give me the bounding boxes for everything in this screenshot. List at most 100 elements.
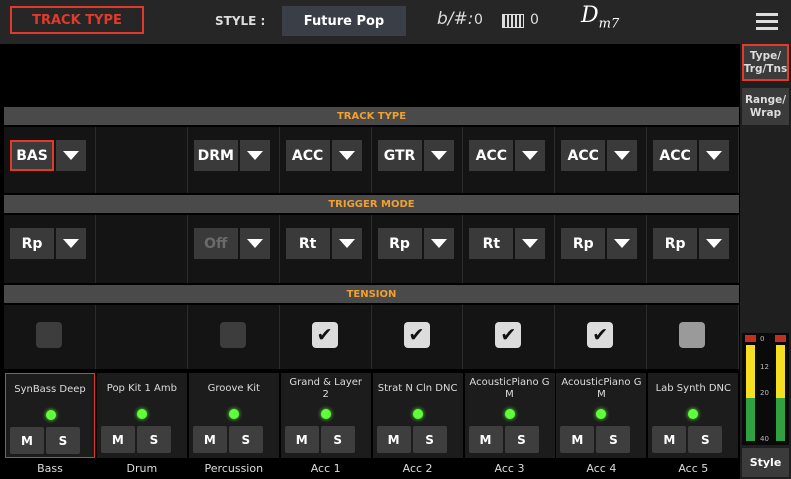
style-name-field[interactable]: Future Pop xyxy=(282,6,406,36)
dropdown-arrow-button[interactable] xyxy=(423,140,454,171)
channel-strip-3[interactable]: Groove Kit M S xyxy=(188,373,279,458)
sound-name[interactable]: Groove Kit xyxy=(189,375,279,403)
solo-button[interactable]: S xyxy=(228,426,263,453)
tension-cell-7: ✔ xyxy=(555,305,648,369)
track-type-value[interactable]: BAS xyxy=(10,140,54,171)
trigger-mode-value[interactable]: Rp xyxy=(653,228,698,259)
dropdown-arrow-button[interactable] xyxy=(607,140,638,171)
track-type-value[interactable]: GTR xyxy=(377,140,422,171)
trigger-mode-cell-1: Rp xyxy=(4,215,96,283)
channel-strip-1[interactable]: SynBass Deep M S xyxy=(5,373,95,458)
solo-button[interactable]: S xyxy=(596,426,631,453)
mute-button[interactable]: M xyxy=(468,426,503,453)
mute-button[interactable]: M xyxy=(560,426,595,453)
mute-button[interactable]: M xyxy=(284,426,319,453)
trigger-mode-dropdown-1[interactable]: Rp xyxy=(10,228,86,259)
trigger-mode-dropdown-7[interactable]: Rp xyxy=(561,228,638,259)
mute-button[interactable]: M xyxy=(652,426,687,453)
sound-name[interactable]: Grand & Layer 2 xyxy=(281,375,371,403)
menu-icon[interactable] xyxy=(756,13,778,31)
sound-name[interactable]: AcousticPiano GM xyxy=(556,375,646,403)
style-button[interactable]: Style xyxy=(742,448,789,477)
trigger-mode-value[interactable]: Rp xyxy=(561,228,606,259)
trigger-mode-value[interactable]: Rp xyxy=(10,228,54,259)
trigger-mode-dropdown-4[interactable]: Rt xyxy=(285,228,362,259)
trigger-mode-value[interactable]: Rt xyxy=(469,228,514,259)
track-type-value[interactable]: ACC xyxy=(653,140,698,171)
channel-strip-6[interactable]: AcousticPiano GM M S xyxy=(464,373,555,458)
track-type-value[interactable]: DRM xyxy=(193,140,238,171)
tension-checkbox-5[interactable]: ✔ xyxy=(403,322,430,348)
trigger-mode-cell-8: Rp xyxy=(647,215,739,283)
chord-quality: m7 xyxy=(598,16,620,32)
sound-name[interactable]: SynBass Deep xyxy=(6,376,94,404)
sound-name[interactable]: AcousticPiano GM xyxy=(465,375,555,403)
track-type-dropdown-5[interactable]: GTR xyxy=(377,140,454,171)
status-led xyxy=(412,409,423,419)
channel-strip-2[interactable]: Pop Kit 1 Amb M S xyxy=(96,373,187,458)
solo-button[interactable]: S xyxy=(46,427,80,454)
mute-button[interactable]: M xyxy=(376,426,411,453)
trigger-mode-value[interactable]: Rp xyxy=(377,228,422,259)
mute-button[interactable]: M xyxy=(10,427,44,454)
trigger-mode-dropdown-8[interactable]: Rp xyxy=(653,228,730,259)
track-type-cell-8: ACC xyxy=(647,127,739,193)
dropdown-arrow-button[interactable] xyxy=(607,228,638,259)
solo-button[interactable]: S xyxy=(688,426,723,453)
meter-peak-right xyxy=(775,335,786,342)
solo-button[interactable]: S xyxy=(320,426,355,453)
dropdown-arrow-button[interactable] xyxy=(56,140,86,171)
dropdown-arrow-button[interactable] xyxy=(239,228,270,259)
channel-strip-7[interactable]: AcousticPiano GM M S xyxy=(556,373,647,458)
tension-checkbox-1[interactable] xyxy=(36,322,62,348)
page-title[interactable]: TRACK TYPE xyxy=(10,6,144,34)
track-type-value[interactable]: ACC xyxy=(469,140,514,171)
dropdown-arrow-button[interactable] xyxy=(331,228,362,259)
channel-strip-8[interactable]: Lab Synth DNC M S xyxy=(648,373,739,458)
mute-button[interactable]: M xyxy=(100,426,135,453)
tension-checkbox-4[interactable]: ✔ xyxy=(311,322,338,348)
tension-checkbox-7[interactable]: ✔ xyxy=(587,322,614,348)
channel-strip-4[interactable]: Grand & Layer 2 MS xyxy=(280,373,371,458)
track-type-dropdown-8[interactable]: ACC xyxy=(653,140,730,171)
track-type-cell-2 xyxy=(95,127,188,193)
trigger-mode-dropdown-6[interactable]: Rt xyxy=(469,228,546,259)
trigger-mode-value[interactable]: Rt xyxy=(285,228,330,259)
section-tension: TENSION xyxy=(4,285,739,303)
tab-range-wrap[interactable]: Range/ Wrap xyxy=(742,88,789,125)
sound-name[interactable]: Pop Kit 1 Amb xyxy=(97,375,187,403)
track-type-dropdown-7[interactable]: ACC xyxy=(561,140,638,171)
track-type-dropdown-1[interactable]: BAS xyxy=(10,140,86,171)
solo-button[interactable]: S xyxy=(504,426,539,453)
dropdown-arrow-button[interactable] xyxy=(56,228,86,259)
tension-checkbox-6[interactable]: ✔ xyxy=(495,322,522,348)
dropdown-arrow-button[interactable] xyxy=(515,228,546,259)
track-type-dropdown-6[interactable]: ACC xyxy=(469,140,546,171)
tab-type-trg-tns[interactable]: Type/ Trg/Tns xyxy=(742,44,789,81)
sound-name[interactable]: Lab Synth DNC xyxy=(648,375,738,403)
tension-checkbox-3[interactable] xyxy=(219,322,246,348)
mute-button[interactable]: M xyxy=(192,426,227,453)
trigger-mode-cell-2 xyxy=(95,215,188,283)
trigger-mode-cell-6: Rt xyxy=(463,215,556,283)
channel-strip-5[interactable]: Strat N Cln DNC M S xyxy=(372,373,463,458)
dropdown-arrow-button[interactable] xyxy=(239,140,270,171)
trigger-mode-value[interactable]: Off xyxy=(193,228,238,259)
sound-name[interactable]: Strat N Cln DNC xyxy=(373,375,463,403)
track-type-dropdown-3[interactable]: DRM xyxy=(193,140,270,171)
status-led xyxy=(228,409,239,419)
dropdown-arrow-button[interactable] xyxy=(423,228,454,259)
solo-button[interactable]: S xyxy=(412,426,447,453)
dropdown-arrow-button[interactable] xyxy=(515,140,546,171)
dropdown-arrow-button[interactable] xyxy=(699,140,730,171)
tension-checkbox-8[interactable] xyxy=(679,322,706,348)
solo-button[interactable]: S xyxy=(136,426,171,453)
trigger-mode-dropdown-3[interactable]: Off xyxy=(193,228,270,259)
trigger-mode-dropdown-5[interactable]: Rp xyxy=(377,228,454,259)
chevron-down-icon xyxy=(430,151,447,160)
track-type-dropdown-4[interactable]: ACC xyxy=(285,140,362,171)
track-type-value[interactable]: ACC xyxy=(561,140,606,171)
dropdown-arrow-button[interactable] xyxy=(331,140,362,171)
track-type-value[interactable]: ACC xyxy=(285,140,330,171)
dropdown-arrow-button[interactable] xyxy=(699,228,730,259)
